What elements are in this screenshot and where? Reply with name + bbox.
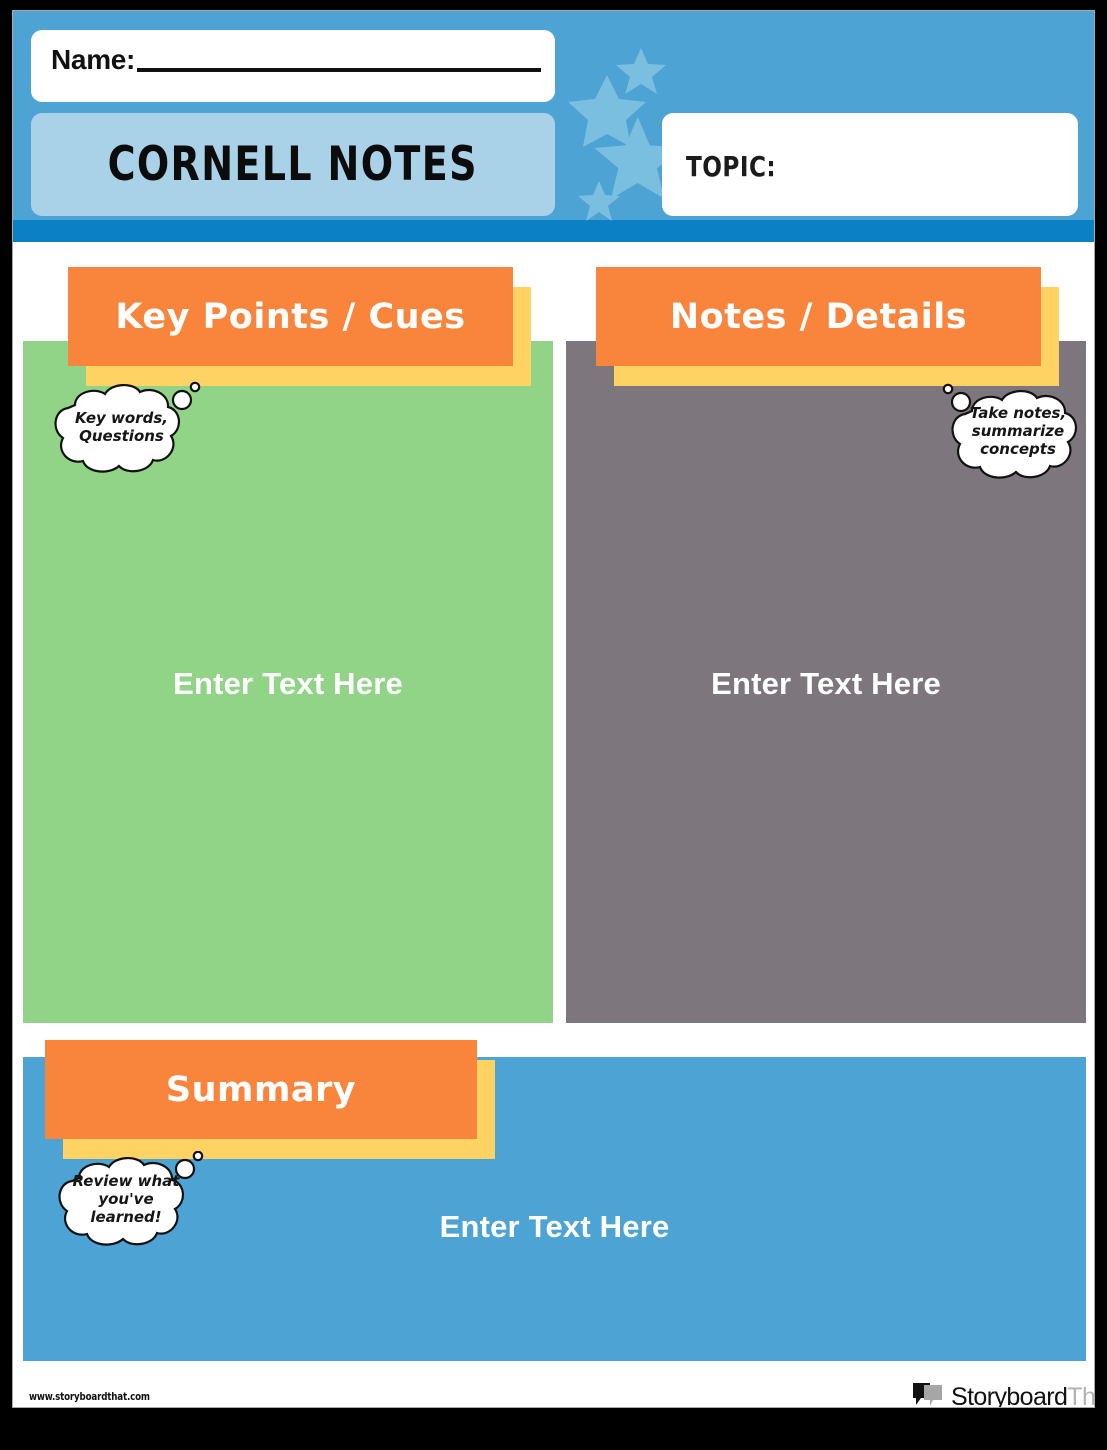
summary-heading-ribbon: Summary	[45, 1040, 495, 1159]
speech-bubbles-icon	[911, 1381, 945, 1408]
name-label: Name:	[51, 44, 136, 75]
topic-field-box[interactable]: TOPIC:	[662, 113, 1078, 216]
cues-body-placeholder[interactable]: Enter Text Here	[23, 666, 553, 702]
summary-ribbon-plate: Summary	[45, 1040, 477, 1139]
notes-heading-label: Notes / Details	[669, 296, 968, 337]
notes-ribbon-plate: Notes / Details	[596, 267, 1041, 366]
worksheet-title-pill: CORNELL NOTES	[31, 113, 555, 216]
worksheet-sheet: Name: CORNELL NOTES TOPIC: Enter Text He…	[12, 10, 1095, 1408]
worksheet-page: Name: CORNELL NOTES TOPIC: Enter Text He…	[0, 0, 1107, 1450]
page-title: CORNELL NOTES	[107, 137, 479, 192]
notes-heading-ribbon: Notes / Details	[596, 267, 1059, 386]
cues-hint-bubble: Key words, Questions	[39, 379, 204, 477]
topic-label: TOPIC:	[686, 150, 777, 183]
header-divider-rule	[13, 220, 1094, 242]
cues-heading-label: Key Points / Cues	[115, 296, 466, 337]
logo-word-that: That	[1067, 1382, 1095, 1408]
name-field-inner: Name:	[51, 46, 541, 74]
storyboardthat-logo[interactable]: StoryboardThat	[911, 1381, 1094, 1408]
summary-hint-bubble: Review what you've learned!	[45, 1150, 207, 1249]
name-field-box[interactable]: Name:	[31, 30, 555, 102]
cues-ribbon-plate: Key Points / Cues	[68, 267, 513, 366]
footer-url[interactable]: www.storyboardthat.com	[29, 1390, 150, 1403]
logo-word-storyboard: Storyboard	[951, 1382, 1068, 1408]
notes-hint-bubble: Take notes, summarize concepts	[939, 383, 1094, 481]
cues-heading-ribbon: Key Points / Cues	[68, 267, 531, 386]
name-write-line[interactable]	[137, 68, 541, 72]
summary-heading-label: Summary	[165, 1069, 357, 1110]
logo-wordmark: StoryboardThat	[951, 1382, 1095, 1408]
notes-body-placeholder[interactable]: Enter Text Here	[566, 666, 1086, 702]
